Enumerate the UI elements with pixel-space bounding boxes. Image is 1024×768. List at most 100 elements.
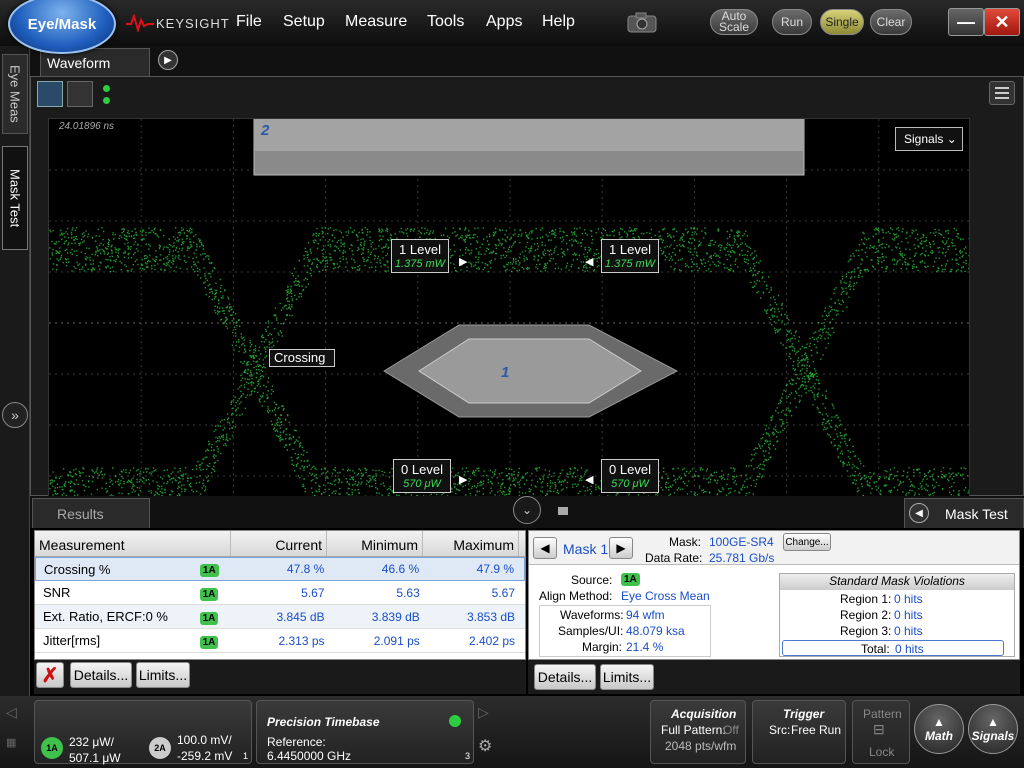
mask-details-button[interactable]: Details... [534, 664, 596, 690]
menu-file[interactable]: File [236, 13, 262, 31]
zero-level-value: 570 μW [403, 478, 441, 490]
points-per-waveform: 2048 pts/wfm [665, 739, 737, 753]
mask-limits-button[interactable]: Limits... [600, 664, 654, 690]
header-current: Current [231, 531, 327, 556]
table-row[interactable]: Ext. Ratio, ERCF:0 % 1A 3.845 dB 3.839 d… [35, 605, 525, 629]
signals-dropdown[interactable]: Signals ⌄ [895, 127, 963, 151]
gear-icon[interactable]: ⚙ [478, 736, 500, 758]
collapse-left-icon[interactable]: ◀ [909, 503, 929, 523]
zero-level-label: 0 Level [401, 462, 443, 477]
trigger-source-value: Free Run [791, 723, 842, 737]
zero-level-marker-right[interactable]: 0 Level 570 μW [601, 459, 659, 493]
zero-level-value: 570 μW [611, 478, 649, 490]
single-layout-icon[interactable] [37, 81, 63, 107]
tab-eye-meas[interactable]: Eye Meas [2, 54, 28, 134]
auto-scale-button[interactable]: Auto Scale [710, 9, 758, 35]
maximum-value: 2.402 ps [468, 633, 516, 648]
menu-help[interactable]: Help [542, 13, 575, 31]
single-button[interactable]: Single [820, 9, 864, 35]
left-sidebar: Eye Meas Mask Test » [0, 46, 30, 696]
one-level-marker-right[interactable]: 1 Level 1.375 mW [601, 239, 659, 273]
signals-button[interactable]: ▲ Signals [968, 704, 1018, 754]
menu-measure[interactable]: Measure [345, 13, 407, 31]
minimum-value: 2.091 ps [373, 633, 420, 648]
status-led-icon [103, 97, 110, 104]
maximum-value: 3.853 dB [466, 609, 516, 624]
table-row[interactable]: Jitter[rms] 1A 2.313 ps 2.091 ps 2.402 p… [35, 629, 525, 653]
trigger-panel[interactable]: Trigger Src: Free Run [752, 700, 846, 764]
scroll-left-icon[interactable]: ◁ [6, 704, 30, 728]
top-bar: KEYSIGHT File Setup Measure Tools Apps H… [0, 0, 1024, 46]
full-pattern-label: Full Pattern: [661, 723, 726, 737]
one-level-marker-left[interactable]: 1 Level 1.375 mW [391, 239, 449, 273]
expand-sidebar-icon[interactable]: » [2, 402, 28, 428]
samples-label: Samples/UI: [558, 624, 624, 638]
change-mask-button[interactable]: Change... [783, 533, 831, 551]
close-button[interactable]: ✕ [984, 8, 1020, 36]
arrow-left-icon: ◀ [585, 474, 594, 486]
mask-footer: Details... Limits... [528, 660, 1020, 694]
tab-mask-test-panel[interactable]: ◀ Mask Test [904, 498, 1024, 528]
samples-value: 48.079 ksa [626, 624, 685, 638]
menu-setup[interactable]: Setup [283, 13, 325, 31]
clear-button[interactable]: Clear [870, 9, 912, 35]
full-pattern-value: Off [723, 723, 739, 737]
one-level-label: 1 Level [399, 242, 441, 257]
math-button[interactable]: ▲ Math [914, 704, 964, 754]
channel-1a-badge: 1A [41, 737, 63, 759]
table-row[interactable]: Crossing % 1A 47.8 % 46.6 % 47.9 % [35, 557, 525, 581]
pattern-lock-panel[interactable]: Pattern ⊟ Lock [852, 700, 910, 764]
next-mask-icon[interactable]: ▶ [609, 537, 633, 559]
timebase-status-led-icon [449, 715, 461, 727]
region-1-label: Region 1: [840, 592, 892, 606]
lock-label: Lock [869, 745, 895, 759]
crossing-marker[interactable]: Crossing [269, 349, 335, 367]
scroll-right-icon[interactable]: ▷ [478, 704, 500, 726]
minimum-value: 3.839 dB [371, 609, 420, 624]
tab-results[interactable]: Results [32, 498, 150, 528]
channel-1a-offset: 507.1 μW [69, 751, 121, 765]
signals-button-label: Signals [971, 729, 1015, 743]
delete-measurement-button[interactable]: ✗ [36, 662, 64, 688]
keysight-wave-icon [126, 14, 154, 32]
acquisition-panel[interactable]: Acquisition Full Pattern: Off 2048 pts/w… [650, 700, 746, 764]
results-limits-button[interactable]: Limits... [136, 662, 190, 688]
run-button[interactable]: Run [772, 9, 812, 35]
previous-mask-icon[interactable]: ◀ [533, 537, 557, 559]
minimize-button[interactable]: — [948, 8, 984, 36]
mask-stats-box: Waveforms: 94 wfm Samples/UI: 48.079 ksa… [539, 605, 711, 657]
minimum-value: 46.6 % [381, 562, 420, 576]
timebase-panel[interactable]: Precision Timebase Reference: 6.4450000 … [256, 700, 474, 764]
channel-panel[interactable]: 1A 232 μW/ 507.1 μW 2A 100.0 mV/ -259.2 … [34, 700, 252, 765]
camera-icon[interactable] [626, 10, 658, 34]
menu-icon[interactable] [989, 81, 1015, 105]
region-3-value: 0 hits [894, 624, 923, 638]
zero-level-label: 0 Level [609, 462, 651, 477]
menu-apps[interactable]: Apps [486, 13, 522, 31]
lock-icon: ⊟ [873, 721, 885, 737]
keypad-icon[interactable]: ▦ [6, 736, 30, 754]
source-badge: 1A [199, 635, 219, 649]
mask-test-tab-label: Mask Test [945, 506, 1008, 522]
play-icon[interactable]: ▶ [158, 50, 178, 70]
eye-diagram-plot[interactable]: 2 1 24.01896 ns Signals ⌄ 1 Level 1.375 m… [48, 118, 970, 526]
tab-mask-test[interactable]: Mask Test [2, 146, 28, 250]
tab-mask-test-label: Mask Test [7, 168, 23, 228]
measurement-name: SNR [43, 585, 71, 600]
pin-icon[interactable] [558, 507, 568, 515]
results-details-button[interactable]: Details... [70, 662, 132, 688]
mask-name: Mask 1 [563, 541, 609, 557]
acquisition-title: Acquisition [671, 707, 737, 721]
total-label: Total: [861, 642, 890, 656]
signals-dropdown-label: Signals [904, 132, 944, 146]
menu-tools[interactable]: Tools [427, 13, 464, 31]
margin-label: Margin: [582, 640, 623, 654]
split-layout-icon[interactable] [67, 81, 93, 107]
data-rate-label: Data Rate: [645, 551, 703, 565]
collapse-panel-icon[interactable]: ⌄ [513, 496, 541, 524]
table-row[interactable]: SNR 1A 5.67 5.63 5.67 [35, 581, 525, 605]
region-2-label: Region 2: [840, 608, 892, 622]
header-maximum: Maximum [423, 531, 519, 556]
timebase-reference-label: Reference: [267, 735, 326, 749]
zero-level-marker-left[interactable]: 0 Level 570 μW [393, 459, 451, 493]
